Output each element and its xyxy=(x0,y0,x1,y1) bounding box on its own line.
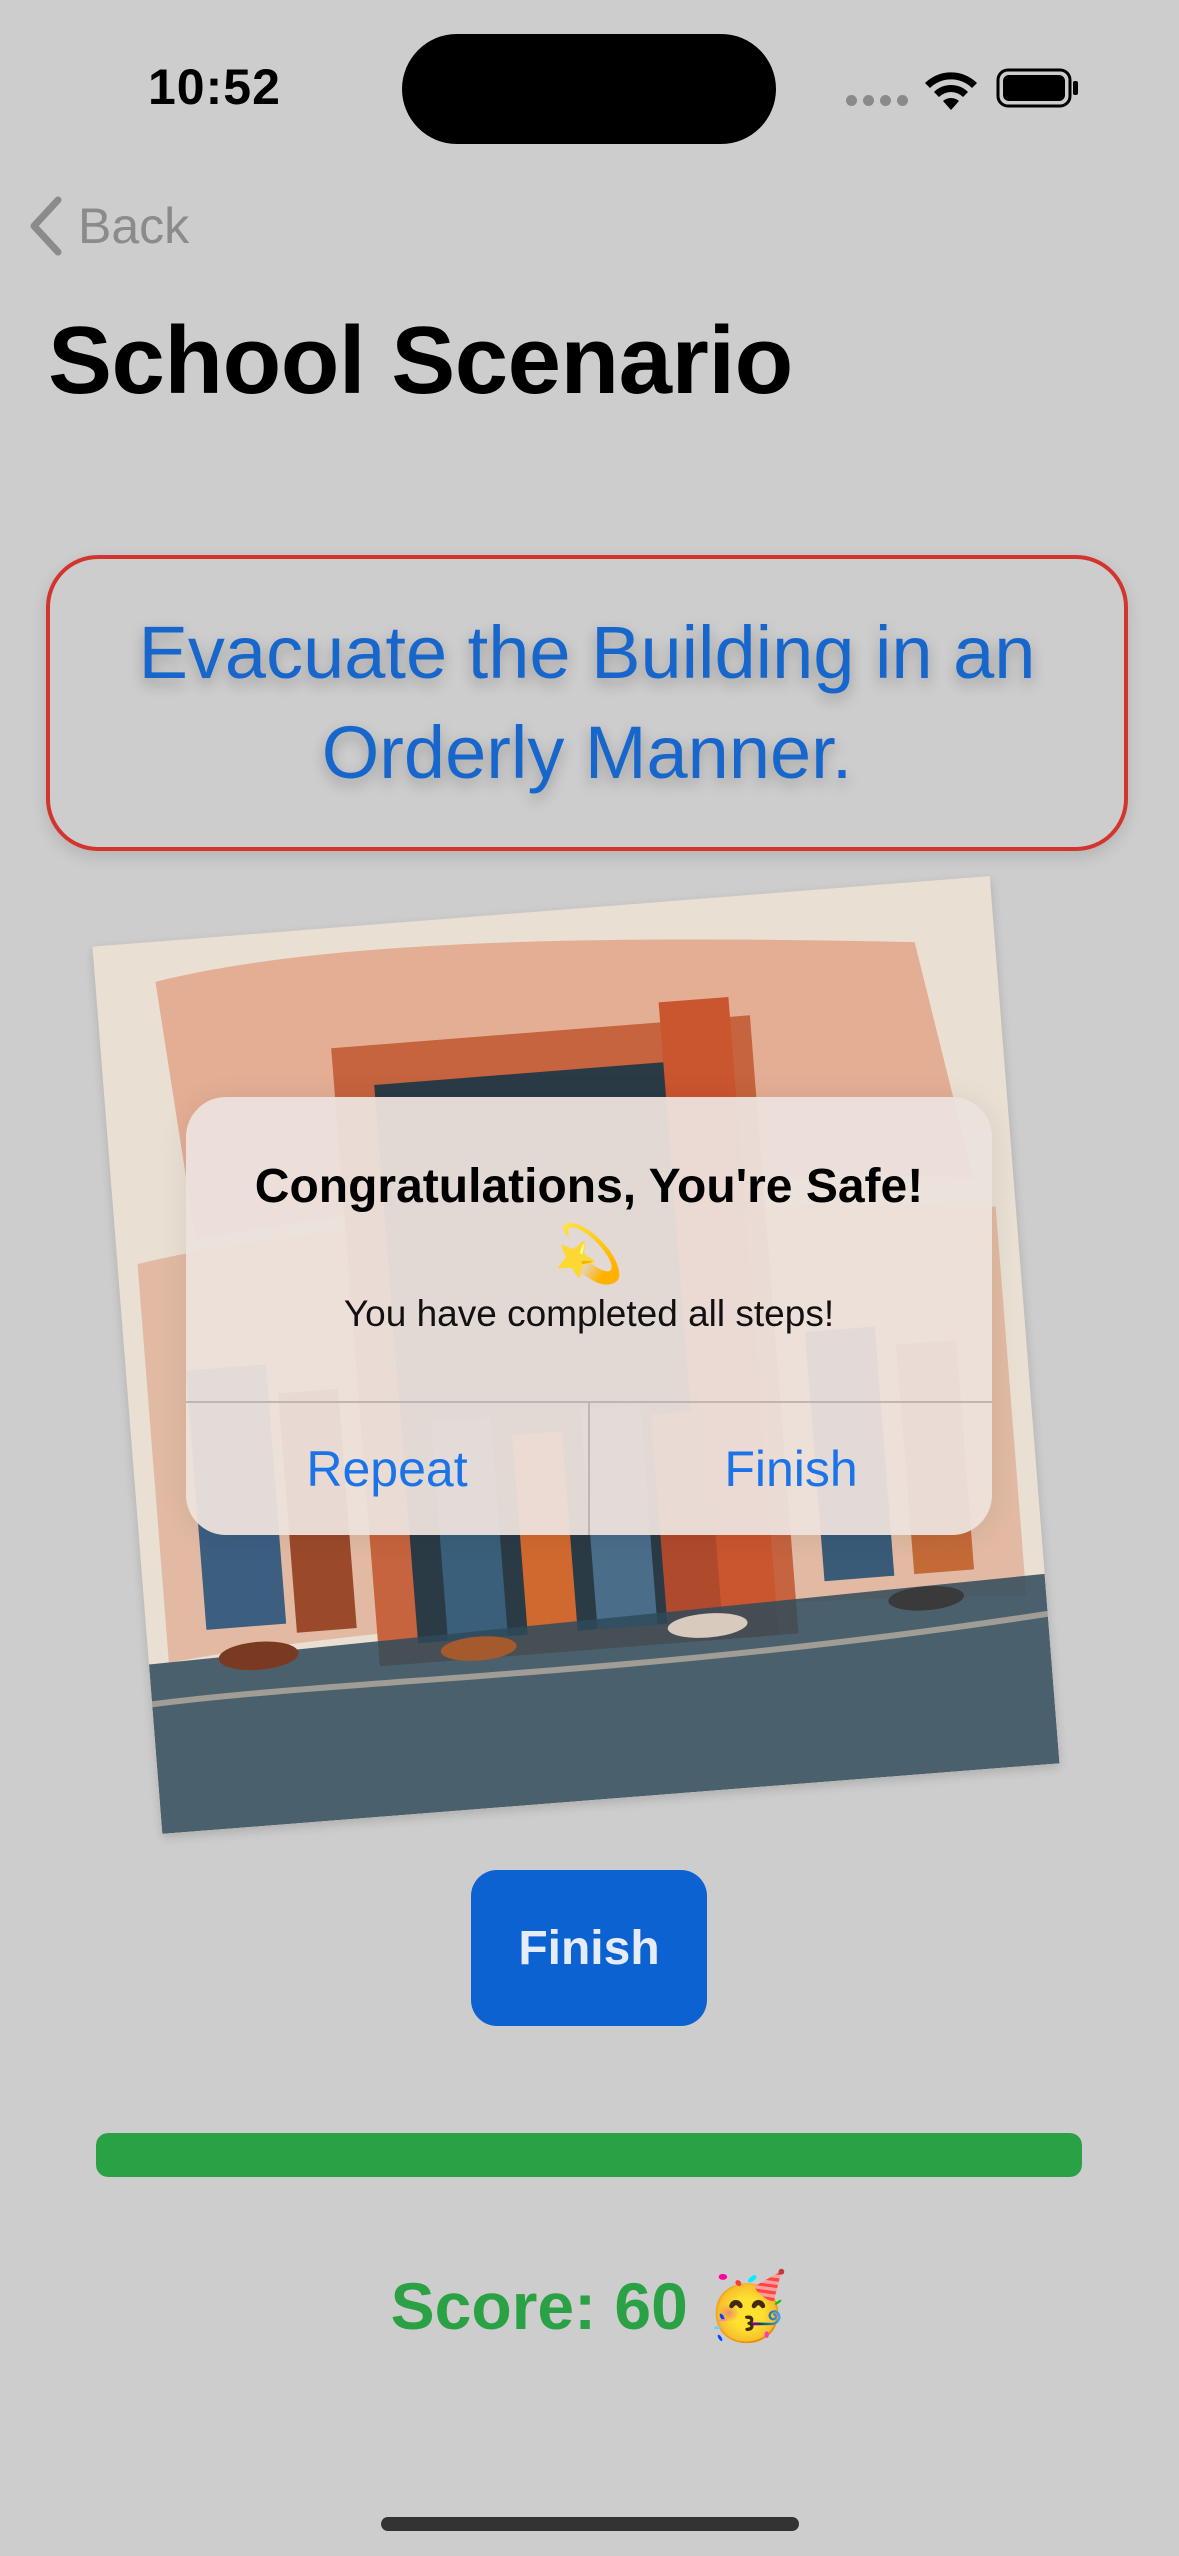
finish-button[interactable]: Finish xyxy=(471,1870,707,2026)
instruction-card: Evacuate the Building in an Orderly Mann… xyxy=(46,555,1128,851)
alert-title: Congratulations, You're Safe! xyxy=(254,1160,924,1213)
home-indicator xyxy=(381,2517,799,2531)
wifi-icon xyxy=(922,68,980,117)
dynamic-island xyxy=(402,34,776,144)
page-title: School Scenario xyxy=(48,307,793,414)
completion-alert: Congratulations, You're Safe! 💫 You have… xyxy=(186,1097,992,1535)
back-label: Back xyxy=(78,198,190,254)
progress-fill xyxy=(96,2133,1082,2177)
score-text: Score: 60 🥳 xyxy=(390,2269,789,2343)
instruction-text: Evacuate the Building in an Orderly Mann… xyxy=(138,611,1036,794)
chevron-left-icon xyxy=(30,196,62,256)
alert-message: You have completed all steps! xyxy=(343,1293,835,1334)
dizzy-star-icon: 💫 xyxy=(554,1222,624,1285)
progress-bar xyxy=(96,2133,1082,2177)
battery-icon xyxy=(996,68,1080,113)
status-time: 10:52 xyxy=(148,59,281,115)
repeat-button[interactable]: Repeat xyxy=(186,1403,588,1535)
alert-finish-button[interactable]: Finish xyxy=(590,1403,992,1535)
cellular-signal-icon xyxy=(846,93,914,111)
back-button[interactable]: Back xyxy=(26,196,189,256)
